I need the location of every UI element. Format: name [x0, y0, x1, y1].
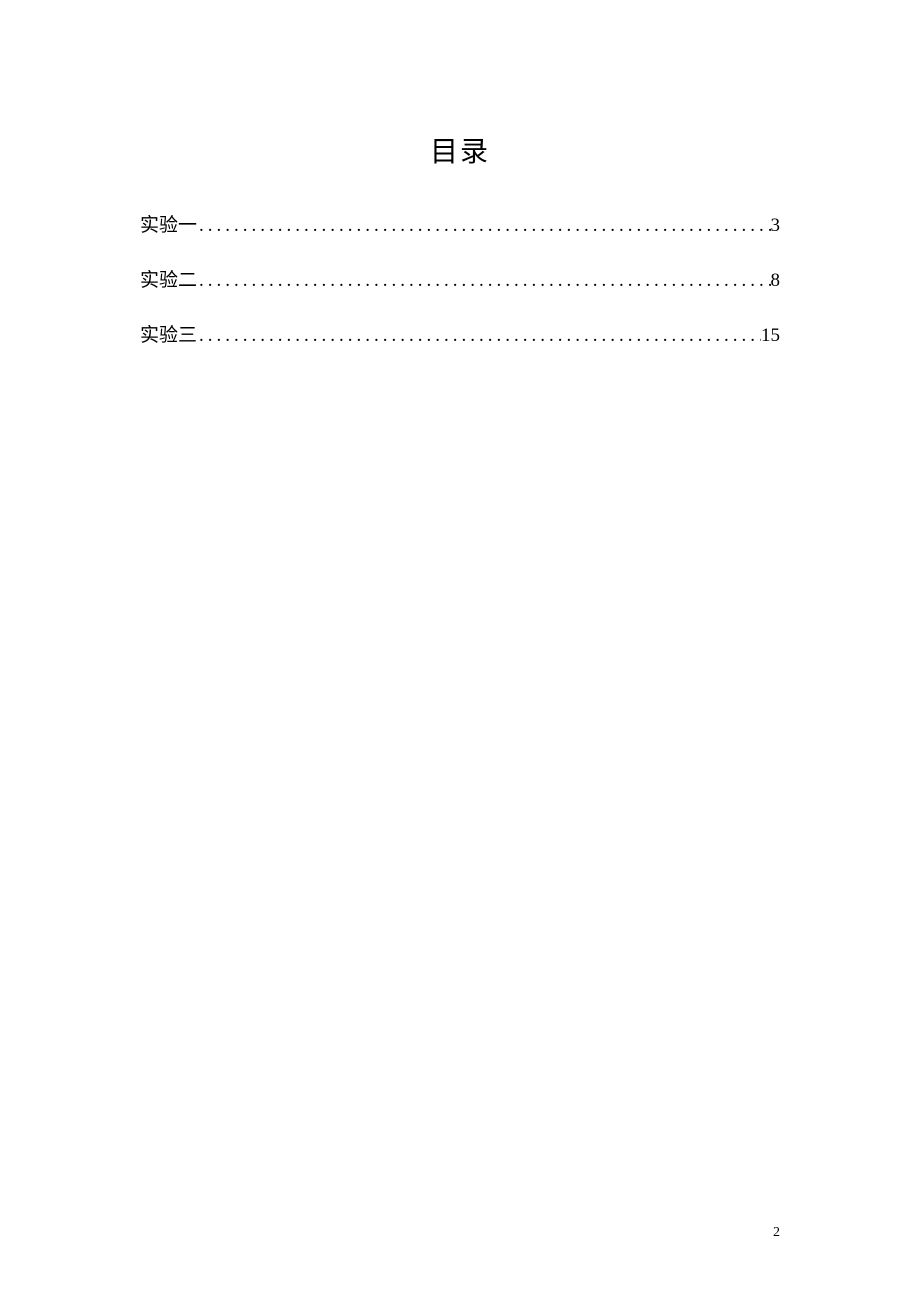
page-number: 2: [773, 1225, 780, 1241]
toc-entry-label: 实验三: [140, 320, 197, 347]
toc-entry-page: 8: [771, 270, 781, 292]
toc-dots: [197, 215, 770, 237]
toc-entry-label: 实验一: [140, 210, 197, 237]
toc-entry: 实验一 3: [140, 210, 780, 237]
toc-dots: [197, 325, 761, 347]
table-of-contents: 实验一 3 实验二 8 实验三 15: [140, 210, 780, 347]
toc-entry-page: 15: [761, 325, 780, 347]
toc-title: 目录: [140, 130, 780, 170]
toc-entry: 实验二 8: [140, 265, 780, 292]
toc-entry-page: 3: [771, 215, 781, 237]
document-page: 目录 实验一 3 实验二 8 实验三 15 2: [0, 0, 920, 1301]
toc-entry-label: 实验二: [140, 265, 197, 292]
toc-dots: [197, 270, 770, 292]
toc-entry: 实验三 15: [140, 320, 780, 347]
